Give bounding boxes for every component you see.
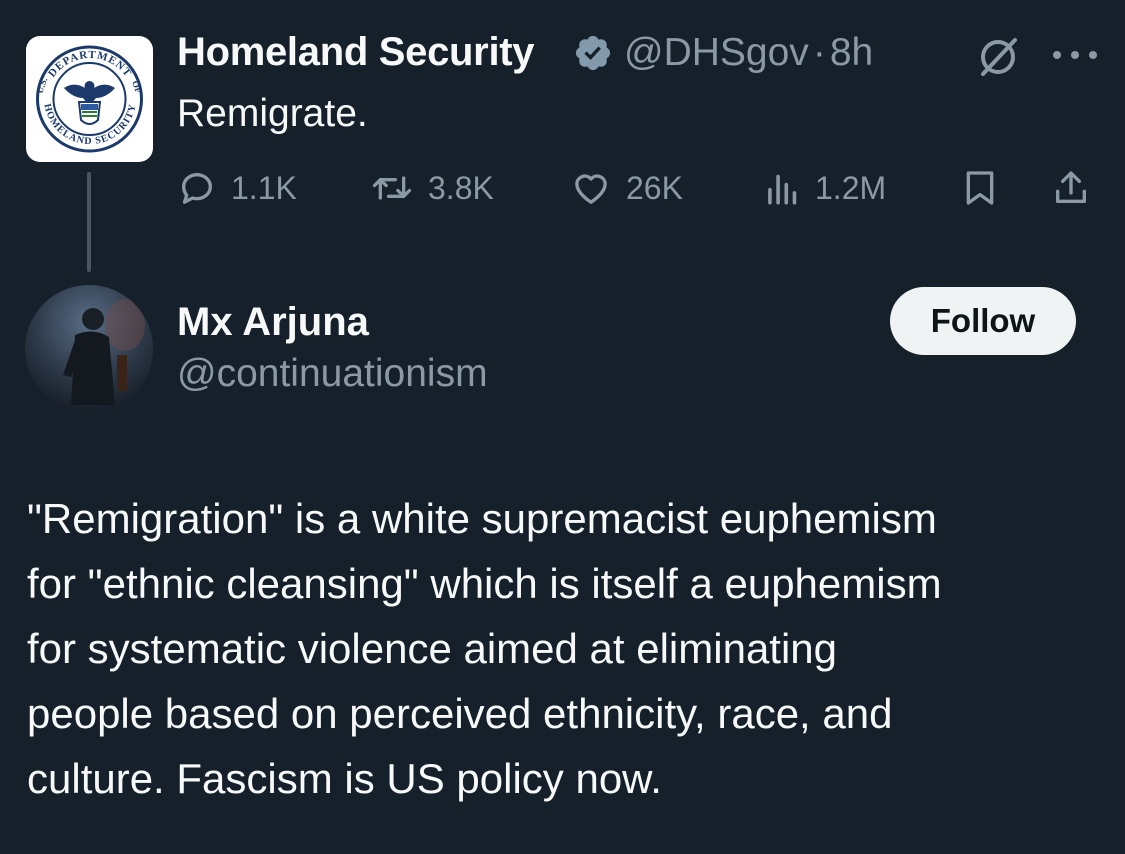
separator-dot: · (812, 31, 826, 74)
repost-action[interactable]: 3.8K (370, 163, 494, 213)
share-icon (1056, 171, 1086, 203)
views-count: 1.2M (815, 169, 887, 206)
views-icon (768, 174, 797, 205)
repost-icon (372, 176, 412, 200)
parent-handle[interactable]: @DHSgov (624, 31, 809, 74)
parent-author-name[interactable]: Homeland Security (177, 30, 535, 75)
reply-icon (182, 173, 212, 204)
tweet-time[interactable]: 8h (830, 31, 873, 74)
grok-icon[interactable] (975, 34, 1021, 80)
reply-text-line: people based on perceived ethnicity, rac… (27, 690, 893, 737)
like-icon (575, 174, 607, 204)
bookmark-icon (966, 171, 994, 205)
like-action[interactable]: 26K (570, 163, 683, 213)
user-photo-icon (25, 285, 153, 413)
reply-text-line: culture. Fascism is US policy now. (27, 755, 662, 802)
reply-text-line: "Remigration" is a white supremacist eup… (27, 495, 937, 542)
user-display-name[interactable]: Mx Arjuna (177, 300, 369, 345)
reply-text-line: for "ethnic cleansing" which is itself a… (27, 560, 942, 607)
dhs-avatar[interactable]: DEPARTMENT HOMELAND SECURITY U.S. OF (26, 36, 153, 162)
views-action[interactable]: 1.2M (765, 163, 886, 213)
tweet-action-bar: 1.1K 3.8K 26K 1.2M (177, 163, 1097, 213)
user-avatar[interactable] (25, 285, 153, 413)
follow-button[interactable]: Follow (890, 287, 1076, 355)
share-action[interactable] (1051, 163, 1091, 213)
parent-handle-time: @DHSgov · 8h (624, 31, 873, 75)
verified-badge-icon (573, 33, 613, 73)
like-count: 26K (626, 169, 683, 206)
repost-count: 3.8K (428, 169, 494, 206)
more-options-icon[interactable] (1051, 48, 1099, 62)
reply-text: "Remigration" is a white supremacist eup… (27, 486, 1117, 811)
user-handle[interactable]: @continuationism (177, 352, 488, 396)
parent-tweet-text: Remigrate. (177, 92, 368, 135)
reply-text-line: for systematic violence aimed at elimina… (27, 625, 838, 672)
reply-action[interactable]: 1.1K (177, 163, 297, 213)
thread-connector-line (87, 172, 91, 272)
dhs-seal-icon: DEPARTMENT HOMELAND SECURITY U.S. OF (34, 45, 144, 153)
reply-count: 1.1K (231, 169, 297, 206)
bookmark-action[interactable] (960, 163, 1000, 213)
